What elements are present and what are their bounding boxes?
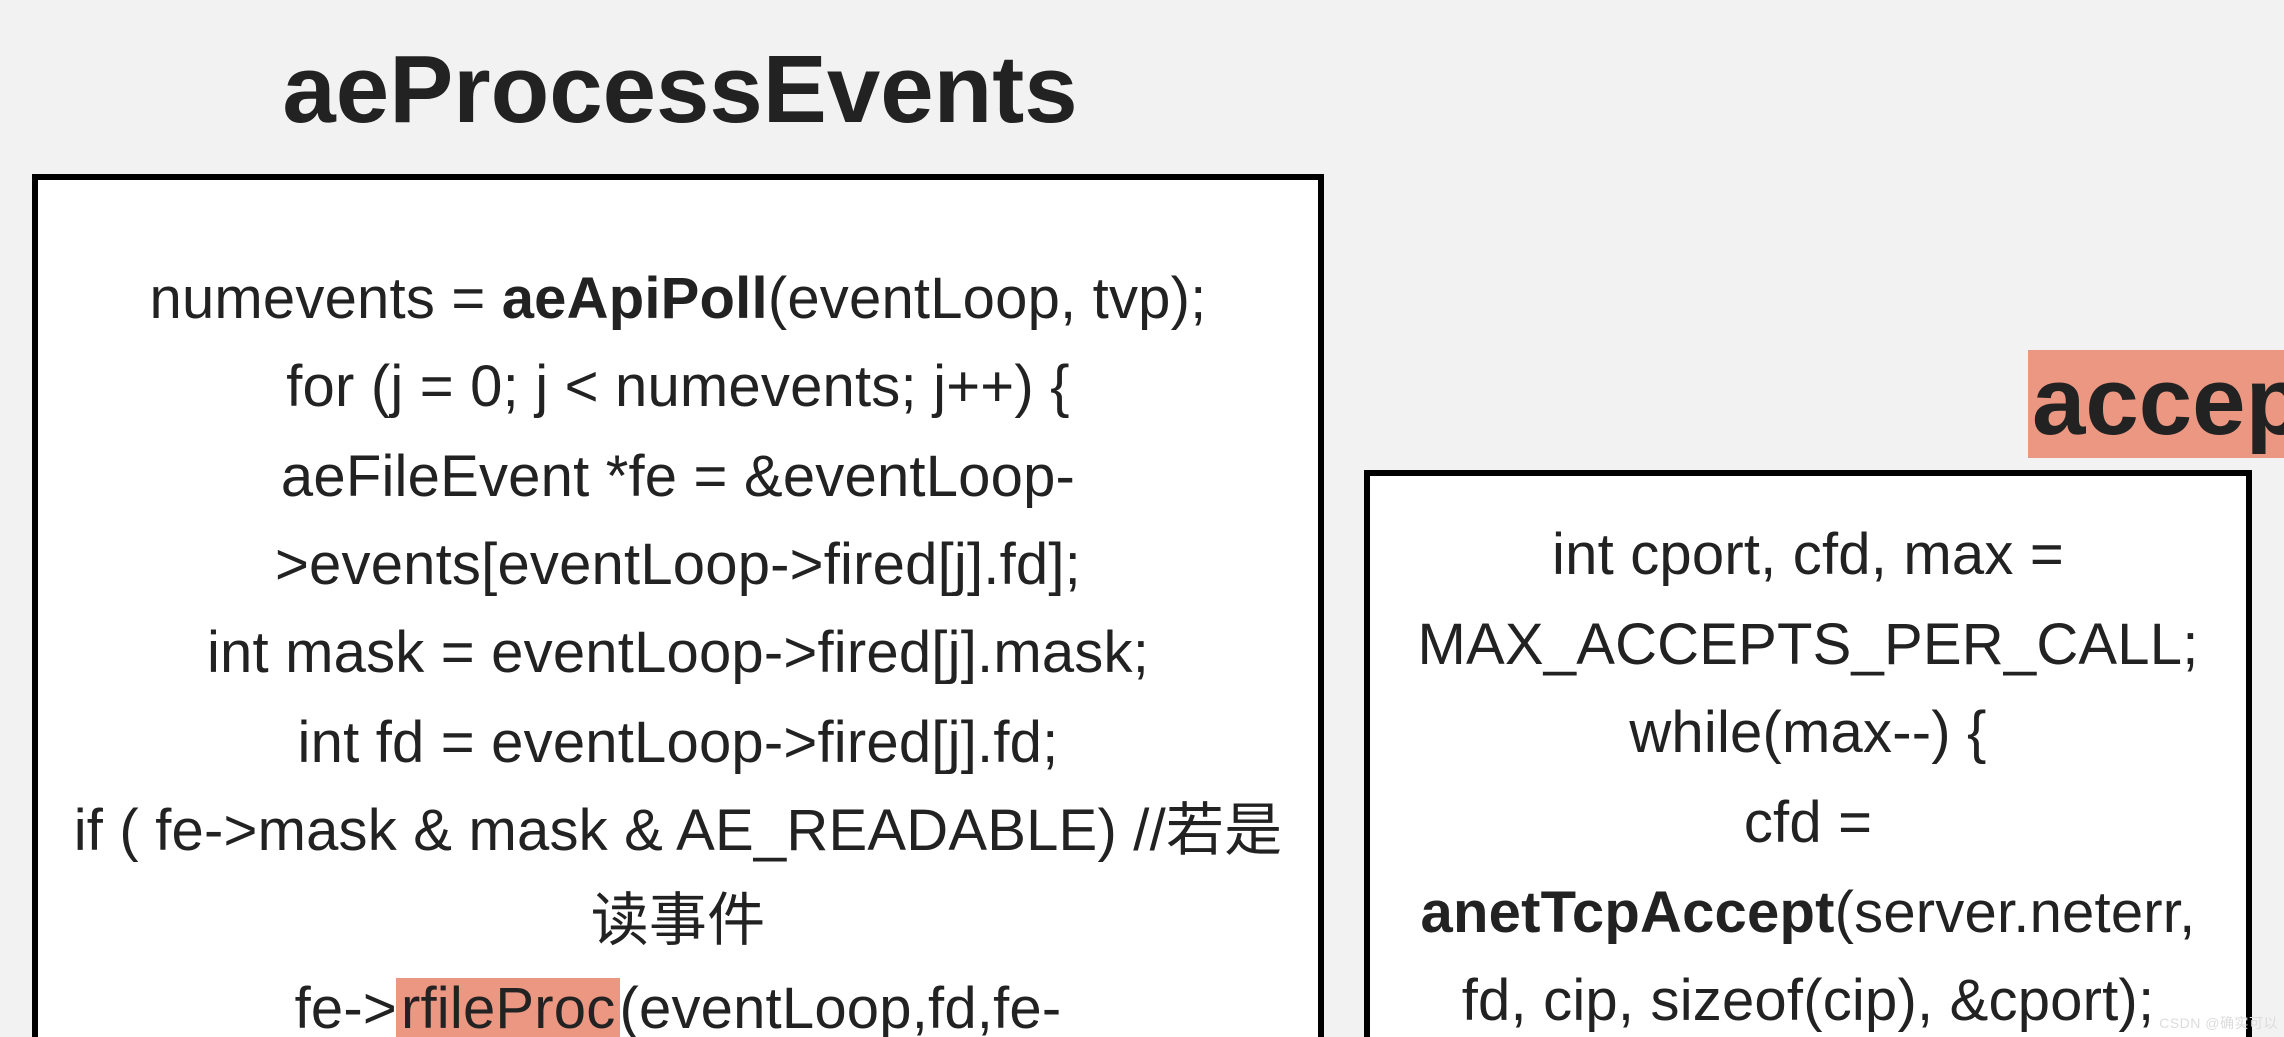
left-box-title: aeProcessEvents [0,36,1360,146]
code-text: cfd = [1744,792,1872,856]
code-line: for (j = 0; j < numevents; j++) { [58,345,1298,434]
right-code: int cport, cfd, max = MAX_ACCEPTS_PER_CA… [1386,512,2230,1037]
code-line: int fd = eventLoop->fired[j].fd; [58,700,1298,789]
rfileProc-highlight: rfileProc [397,978,620,1037]
code-line: int mask = eventLoop->fired[j].mask; [58,611,1298,700]
code-text: fe-> [295,978,397,1037]
code-text: (eventLoop, tvp); [768,268,1207,332]
code-line: if ( fe->mask & mask & AE_READABLE) //若是… [58,788,1298,965]
code-line: while(max--) { [1386,691,2230,780]
right-box-title: acceptTcpHandler [2028,348,2284,458]
anetTcpAccept-bold: anetTcpAccept [1421,881,1835,945]
watermark: CSDN @确实可以 [2159,1013,2278,1033]
accept-tcp-handler-highlight: acceptTcpHandler [2028,350,2284,458]
code-line: int cport, cfd, max = MAX_ACCEPTS_PER_CA… [1386,512,2230,691]
right-code-box: int cport, cfd, max = MAX_ACCEPTS_PER_CA… [1364,470,2252,1037]
left-code: numevents = aeApiPoll(eventLoop, tvp); f… [58,256,1298,1037]
left-code-box: numevents = aeApiPoll(eventLoop, tvp); f… [32,174,1324,1037]
code-line: aeFileEvent *fe = &eventLoop->events[eve… [58,433,1298,610]
code-text: numevents = [150,268,502,332]
aeApiPoll-bold: aeApiPoll [502,268,768,332]
